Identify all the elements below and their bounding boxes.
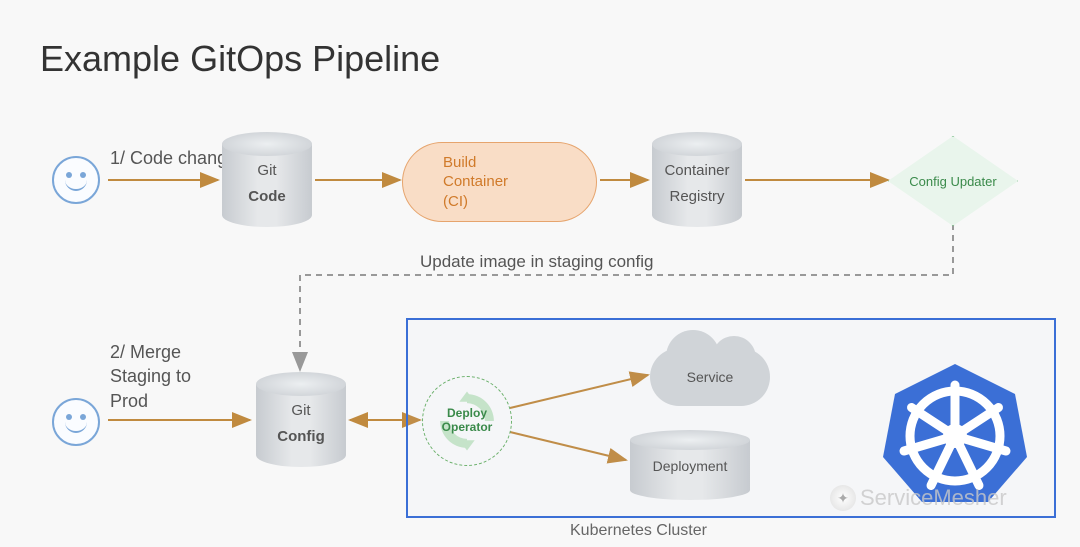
service-node: Service bbox=[650, 348, 770, 406]
git-code-line2: Code bbox=[222, 188, 312, 205]
page-title: Example GitOps Pipeline bbox=[40, 38, 440, 80]
build-line2: Container bbox=[443, 172, 596, 192]
deploy-line1: Deploy bbox=[447, 407, 487, 421]
container-registry-icon: Container Registry bbox=[652, 132, 742, 227]
build-container-node: Build Container (CI) bbox=[402, 142, 597, 222]
step1-label: 1/ Code change bbox=[110, 148, 237, 169]
deployment-label: Deployment bbox=[630, 458, 750, 474]
service-label: Service bbox=[650, 348, 770, 406]
watermark: ✦ ServiceMesher bbox=[830, 485, 1007, 511]
git-code-line1: Git bbox=[222, 162, 312, 179]
build-line3: (CI) bbox=[443, 192, 596, 212]
git-config-repo-icon: Git Config bbox=[256, 372, 346, 467]
config-updater-label: Config Updater bbox=[888, 136, 1018, 226]
user-icon bbox=[52, 156, 100, 204]
cluster-label: Kubernetes Cluster bbox=[570, 522, 707, 540]
deployment-node: Deployment bbox=[630, 430, 750, 500]
git-config-line2: Config bbox=[256, 428, 346, 445]
deploy-line2: Operator bbox=[442, 421, 493, 435]
update-image-label: Update image in staging config bbox=[420, 252, 653, 272]
wechat-icon: ✦ bbox=[830, 485, 856, 511]
config-updater-node: Config Updater bbox=[888, 136, 1018, 226]
deploy-operator-node: Deploy Operator bbox=[422, 376, 512, 466]
step2-label: 2/ Merge Staging to Prod bbox=[110, 340, 191, 413]
user-icon bbox=[52, 398, 100, 446]
git-config-line1: Git bbox=[256, 402, 346, 419]
registry-line1: Container bbox=[652, 162, 742, 179]
git-code-repo-icon: Git Code bbox=[222, 132, 312, 227]
registry-line2: Registry bbox=[652, 188, 742, 205]
build-line1: Build bbox=[443, 153, 596, 173]
